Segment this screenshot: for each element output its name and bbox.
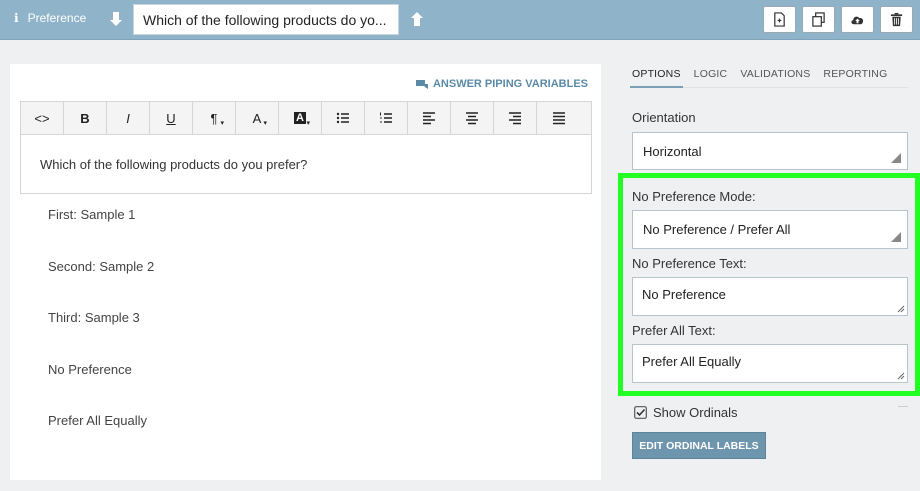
numbered-list-button[interactable] xyxy=(365,102,408,134)
no-preference-mode-value: No Preference / Prefer All xyxy=(643,222,791,237)
sidebar-tabs: OPTIONS LOGIC VALIDATIONS REPORTING xyxy=(630,66,908,88)
align-left-button[interactable] xyxy=(408,102,451,134)
show-ordinals-checkbox[interactable]: Show Ordinals xyxy=(634,405,738,420)
align-right-icon xyxy=(509,112,521,125)
checkbox-checked-icon[interactable] xyxy=(634,406,647,419)
question-title-input[interactable]: Which of the following products do yo... xyxy=(133,4,399,35)
dropdown-triangle-icon xyxy=(891,153,901,163)
caret-icon: ▾ xyxy=(306,120,310,127)
orientation-label: Orientation xyxy=(632,110,696,125)
code-view-button[interactable]: <> xyxy=(21,102,64,134)
delete-button[interactable] xyxy=(880,6,913,33)
copy-icon xyxy=(812,12,825,27)
bullet-list-button[interactable] xyxy=(322,102,365,134)
piping-icon xyxy=(415,80,428,89)
move-down-icon[interactable] xyxy=(107,10,125,28)
edit-ordinal-labels-button[interactable]: EDIT ORDINAL LABELS xyxy=(632,432,766,459)
orientation-value: Horizontal xyxy=(643,143,702,159)
duplicate-page-icon xyxy=(774,12,785,27)
tab-options[interactable]: OPTIONS xyxy=(630,66,683,88)
paragraph-icon: ¶ xyxy=(210,110,218,126)
no-preference-mode-select[interactable]: No Preference / Prefer All xyxy=(632,210,908,249)
paragraph-button[interactable]: ¶ ▾ xyxy=(193,102,236,134)
align-left-icon xyxy=(423,112,435,125)
cloud-upload-button[interactable] xyxy=(841,6,874,33)
align-center-button[interactable] xyxy=(451,102,494,134)
prefer-all-text-field[interactable]: Prefer All Equally xyxy=(632,344,908,383)
numbered-list-icon xyxy=(380,112,392,123)
trash-icon xyxy=(890,12,903,27)
underline-button[interactable]: U xyxy=(150,102,193,134)
no-preference-mode-label: No Preference Mode: xyxy=(632,189,756,204)
options-list: First: Sample 1 Second: Sample 2 Third: … xyxy=(48,207,154,465)
list-item[interactable]: Third: Sample 3 xyxy=(48,310,154,362)
resize-handle-icon[interactable] xyxy=(896,371,905,380)
question-text-editor[interactable]: Which of the following products do you p… xyxy=(20,135,592,194)
question-type-label: ℹ Preference xyxy=(14,11,86,25)
divider xyxy=(898,406,908,407)
font-color-button[interactable]: A ▾ xyxy=(236,102,279,134)
justify-icon xyxy=(552,112,565,125)
move-up-icon[interactable] xyxy=(408,10,426,28)
question-type-text: Preference xyxy=(27,11,87,25)
background-color-button[interactable]: A ▾ xyxy=(279,102,322,134)
tab-reporting[interactable]: REPORTING xyxy=(821,66,889,88)
cloud-upload-icon xyxy=(851,16,864,25)
answer-piping-text: ANSWER PIPING VARIABLES xyxy=(432,78,588,90)
answer-piping-link[interactable]: ANSWER PIPING VARIABLES xyxy=(415,78,588,90)
top-bar: ℹ Preference Which of the following prod… xyxy=(0,0,920,40)
copy-button[interactable] xyxy=(802,6,835,33)
question-editor-panel: ANSWER PIPING VARIABLES <> B I U ¶ ▾ A ▾ A… xyxy=(10,64,601,480)
orientation-select[interactable]: Horizontal xyxy=(632,132,908,170)
list-item[interactable]: First: Sample 1 xyxy=(48,207,154,259)
rich-text-toolbar: <> B I U ¶ ▾ A ▾ A ▾ xyxy=(20,101,592,135)
background-color-icon: A xyxy=(294,112,306,124)
caret-icon: ▾ xyxy=(263,120,267,127)
duplicate-page-button[interactable] xyxy=(763,6,796,33)
prefer-all-text-value: Prefer All Equally xyxy=(642,354,741,369)
bullet-list-icon xyxy=(336,112,349,124)
resize-handle-icon[interactable] xyxy=(896,304,905,313)
bold-button[interactable]: B xyxy=(64,102,107,134)
caret-icon: ▾ xyxy=(220,120,224,127)
dropdown-triangle-icon xyxy=(891,232,901,242)
tab-logic[interactable]: LOGIC xyxy=(692,66,730,88)
show-ordinals-label: Show Ordinals xyxy=(653,405,738,420)
font-color-icon: A xyxy=(252,110,262,126)
justify-button[interactable] xyxy=(537,102,580,134)
list-item[interactable]: No Preference xyxy=(48,362,154,414)
align-center-icon xyxy=(466,112,478,125)
tab-validations[interactable]: VALIDATIONS xyxy=(738,66,812,88)
no-preference-text-value: No Preference xyxy=(642,287,726,302)
no-preference-text-field[interactable]: No Preference xyxy=(632,277,908,316)
info-icon: ℹ xyxy=(14,11,19,25)
align-right-button[interactable] xyxy=(494,102,537,134)
italic-button[interactable]: I xyxy=(107,102,150,134)
no-preference-text-label: No Preference Text: xyxy=(632,256,747,271)
list-item[interactable]: Prefer All Equally xyxy=(48,413,154,465)
prefer-all-text-label: Prefer All Text: xyxy=(632,323,716,338)
list-item[interactable]: Second: Sample 2 xyxy=(48,259,154,311)
